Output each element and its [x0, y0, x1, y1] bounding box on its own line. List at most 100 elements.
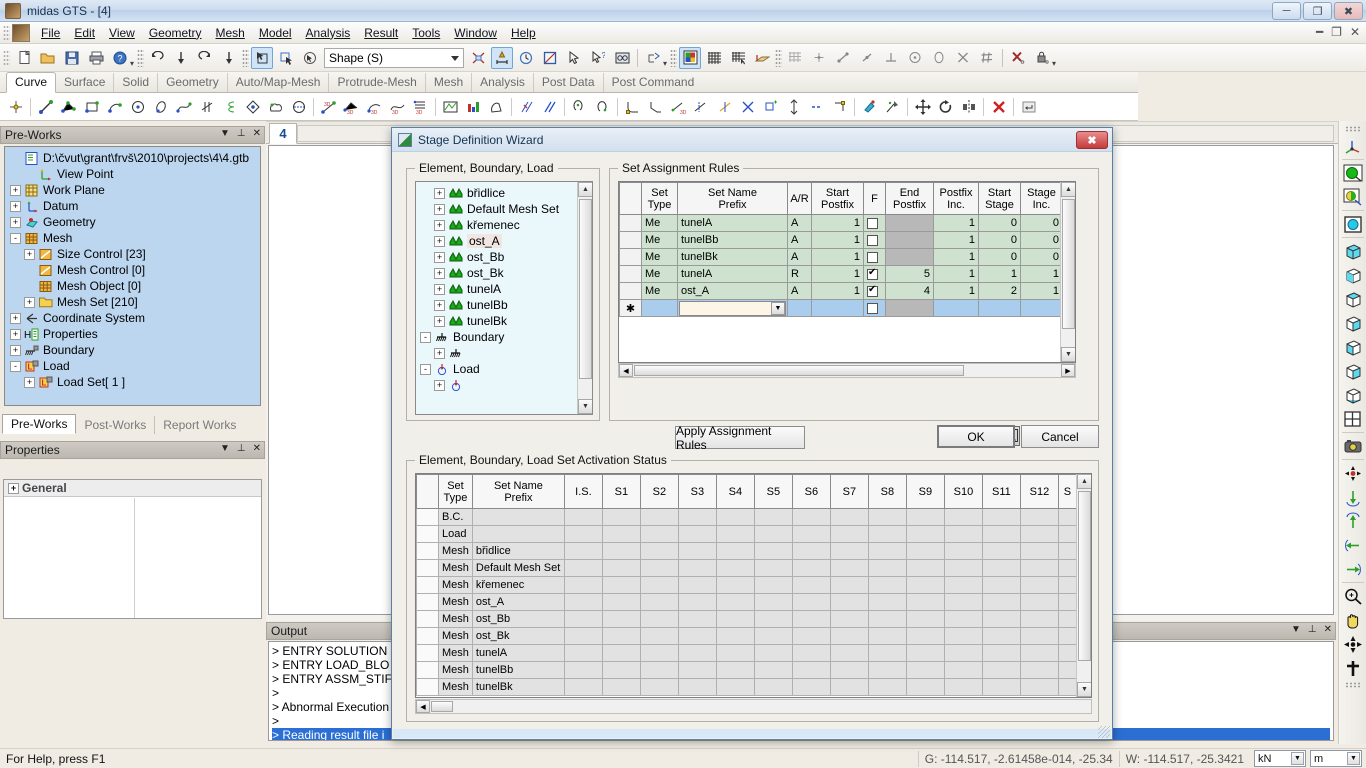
chevron-down-icon[interactable]: ▼ — [220, 443, 230, 454]
cell-is[interactable] — [563, 644, 603, 662]
scroll-up-icon[interactable]: ▲ — [578, 182, 592, 197]
cell-s1[interactable] — [601, 661, 641, 679]
cell-set-type[interactable] — [641, 299, 678, 317]
cell-s6[interactable] — [791, 678, 831, 696]
cell-s8[interactable] — [867, 610, 907, 628]
scroll-thumb[interactable] — [1062, 199, 1075, 329]
paint-icon[interactable] — [859, 96, 880, 118]
row-selector[interactable] — [619, 265, 642, 283]
chevron-down-icon[interactable]: ▼ — [1347, 752, 1360, 765]
status-col-set-name-prefix[interactable]: Set Name Prefix — [471, 474, 565, 509]
right-view-icon[interactable] — [1341, 311, 1365, 335]
cell-end-postfix[interactable]: 4 — [885, 282, 934, 300]
cell-s13[interactable] — [1057, 576, 1077, 594]
cell-s3[interactable] — [677, 627, 717, 645]
cell-s11[interactable] — [981, 644, 1021, 662]
tree-expander[interactable]: + — [10, 200, 21, 212]
model-tree[interactable]: D:\čvut\grant\frvš\2010\projects\4\4.gtb… — [4, 146, 261, 406]
cell-s11[interactable] — [981, 678, 1021, 696]
cell-postfix-inc[interactable] — [933, 299, 979, 317]
cell-s8[interactable] — [867, 559, 907, 577]
ebl-tree-item[interactable]: + — [416, 377, 592, 393]
dialog-resize-grip[interactable] — [1098, 726, 1110, 738]
polyline3d-icon[interactable]: 3D — [341, 96, 362, 118]
tree-expander[interactable]: + — [434, 315, 445, 327]
rules-grid[interactable]: Set Type Set Name Prefix A/R Start Postfix … — [618, 181, 1076, 363]
scroll-left-icon[interactable]: ◀ — [619, 364, 633, 377]
pin-icon[interactable]: ⊥ — [237, 443, 246, 454]
cell-s6[interactable] — [791, 508, 831, 526]
status-col-s8[interactable]: S8 — [867, 474, 907, 509]
cell-start-stage[interactable] — [978, 299, 1021, 317]
snap-intersect-icon[interactable] — [952, 47, 974, 69]
menu-geometry[interactable]: Geometry — [142, 24, 209, 42]
dynamic-rotate-icon[interactable] — [1341, 632, 1365, 656]
cell-s13[interactable] — [1057, 593, 1077, 611]
cell-s8[interactable] — [867, 525, 907, 543]
table-row[interactable]: Mesh břidlice — [416, 542, 1077, 560]
cell-s13[interactable] — [1057, 508, 1077, 526]
cell-s4[interactable] — [715, 542, 755, 560]
force-unit-combo[interactable]: kN ▼ — [1254, 750, 1306, 767]
cell-s1[interactable] — [601, 525, 641, 543]
tree-expander[interactable]: + — [434, 379, 445, 391]
save-icon[interactable] — [61, 47, 83, 69]
row-selector[interactable] — [416, 559, 439, 577]
cell-stage-inc[interactable]: 1 — [1020, 282, 1063, 300]
status-col-s2[interactable]: S2 — [639, 474, 679, 509]
cell-f[interactable] — [863, 282, 886, 300]
ebl-tree-item[interactable]: + ost_Bb — [416, 249, 592, 265]
cell-s7[interactable] — [829, 525, 869, 543]
minimize-button[interactable]: ─ — [1272, 2, 1301, 20]
dialog-close-button[interactable]: ✖ — [1076, 131, 1108, 149]
select-shape-icon[interactable] — [251, 46, 274, 69]
cell-postfix-inc[interactable]: 1 — [933, 282, 979, 300]
cell-s12[interactable] — [1019, 576, 1059, 594]
cell-s6[interactable] — [791, 559, 831, 577]
cell-s3[interactable] — [677, 644, 717, 662]
rules-col-stage-inc[interactable]: Stage Inc. — [1020, 182, 1063, 215]
cell-s12[interactable] — [1019, 559, 1059, 577]
print-icon[interactable] — [85, 47, 107, 69]
tab-post-data[interactable]: Post Data — [534, 73, 604, 92]
ok-button[interactable]: OK — [937, 425, 1015, 448]
prefix-combo[interactable]: ▼ — [679, 300, 786, 316]
view-toolbar-grip[interactable] — [1344, 126, 1361, 132]
undo-down-icon[interactable] — [170, 47, 192, 69]
scroll-thumb[interactable] — [1078, 491, 1091, 661]
status-col-s11[interactable]: S11 — [981, 474, 1021, 509]
cell-s1[interactable] — [601, 576, 641, 594]
tab-curve[interactable]: Curve — [6, 72, 57, 93]
cell-s7[interactable] — [829, 559, 869, 577]
cell-s12[interactable] — [1019, 593, 1059, 611]
checkbox[interactable] — [867, 302, 878, 314]
cell-s2[interactable] — [639, 610, 679, 628]
project2-icon[interactable] — [592, 96, 613, 118]
status-col-s6[interactable]: S6 — [791, 474, 831, 509]
tab-protrude-mesh[interactable]: Protrude-Mesh — [329, 73, 426, 92]
tree-expander[interactable]: + — [434, 267, 445, 279]
rules-col-postfix-inc[interactable]: Postfix Inc. — [933, 182, 979, 215]
pan-hand-icon[interactable] — [1341, 608, 1365, 632]
cell-start-postfix[interactable] — [811, 299, 864, 317]
cell-s11[interactable] — [981, 542, 1021, 560]
tree-expander[interactable]: + — [10, 184, 21, 196]
ebl-tree-item[interactable]: + ost_Bk — [416, 265, 592, 281]
cell-s13[interactable] — [1057, 678, 1077, 696]
cell-s12[interactable] — [1019, 508, 1059, 526]
cell-s4[interactable] — [715, 627, 755, 645]
tree-expander[interactable]: + — [434, 219, 445, 231]
hidden-line-icon[interactable] — [1341, 185, 1365, 209]
ebl-tree-item[interactable]: + tunelBk — [416, 313, 592, 329]
cell-s13[interactable] — [1057, 610, 1077, 628]
cell-s2[interactable] — [639, 576, 679, 594]
cell-start-postfix[interactable]: 1 — [811, 248, 864, 266]
cell-s11[interactable] — [981, 661, 1021, 679]
cell-is[interactable] — [563, 678, 603, 696]
cell-ar[interactable] — [787, 299, 812, 317]
cloud-icon[interactable] — [265, 96, 286, 118]
cell-s6[interactable] — [791, 627, 831, 645]
cell-is[interactable] — [563, 508, 603, 526]
cell-end-postfix[interactable]: 5 — [885, 265, 934, 283]
tree-expander[interactable]: + — [434, 299, 445, 311]
